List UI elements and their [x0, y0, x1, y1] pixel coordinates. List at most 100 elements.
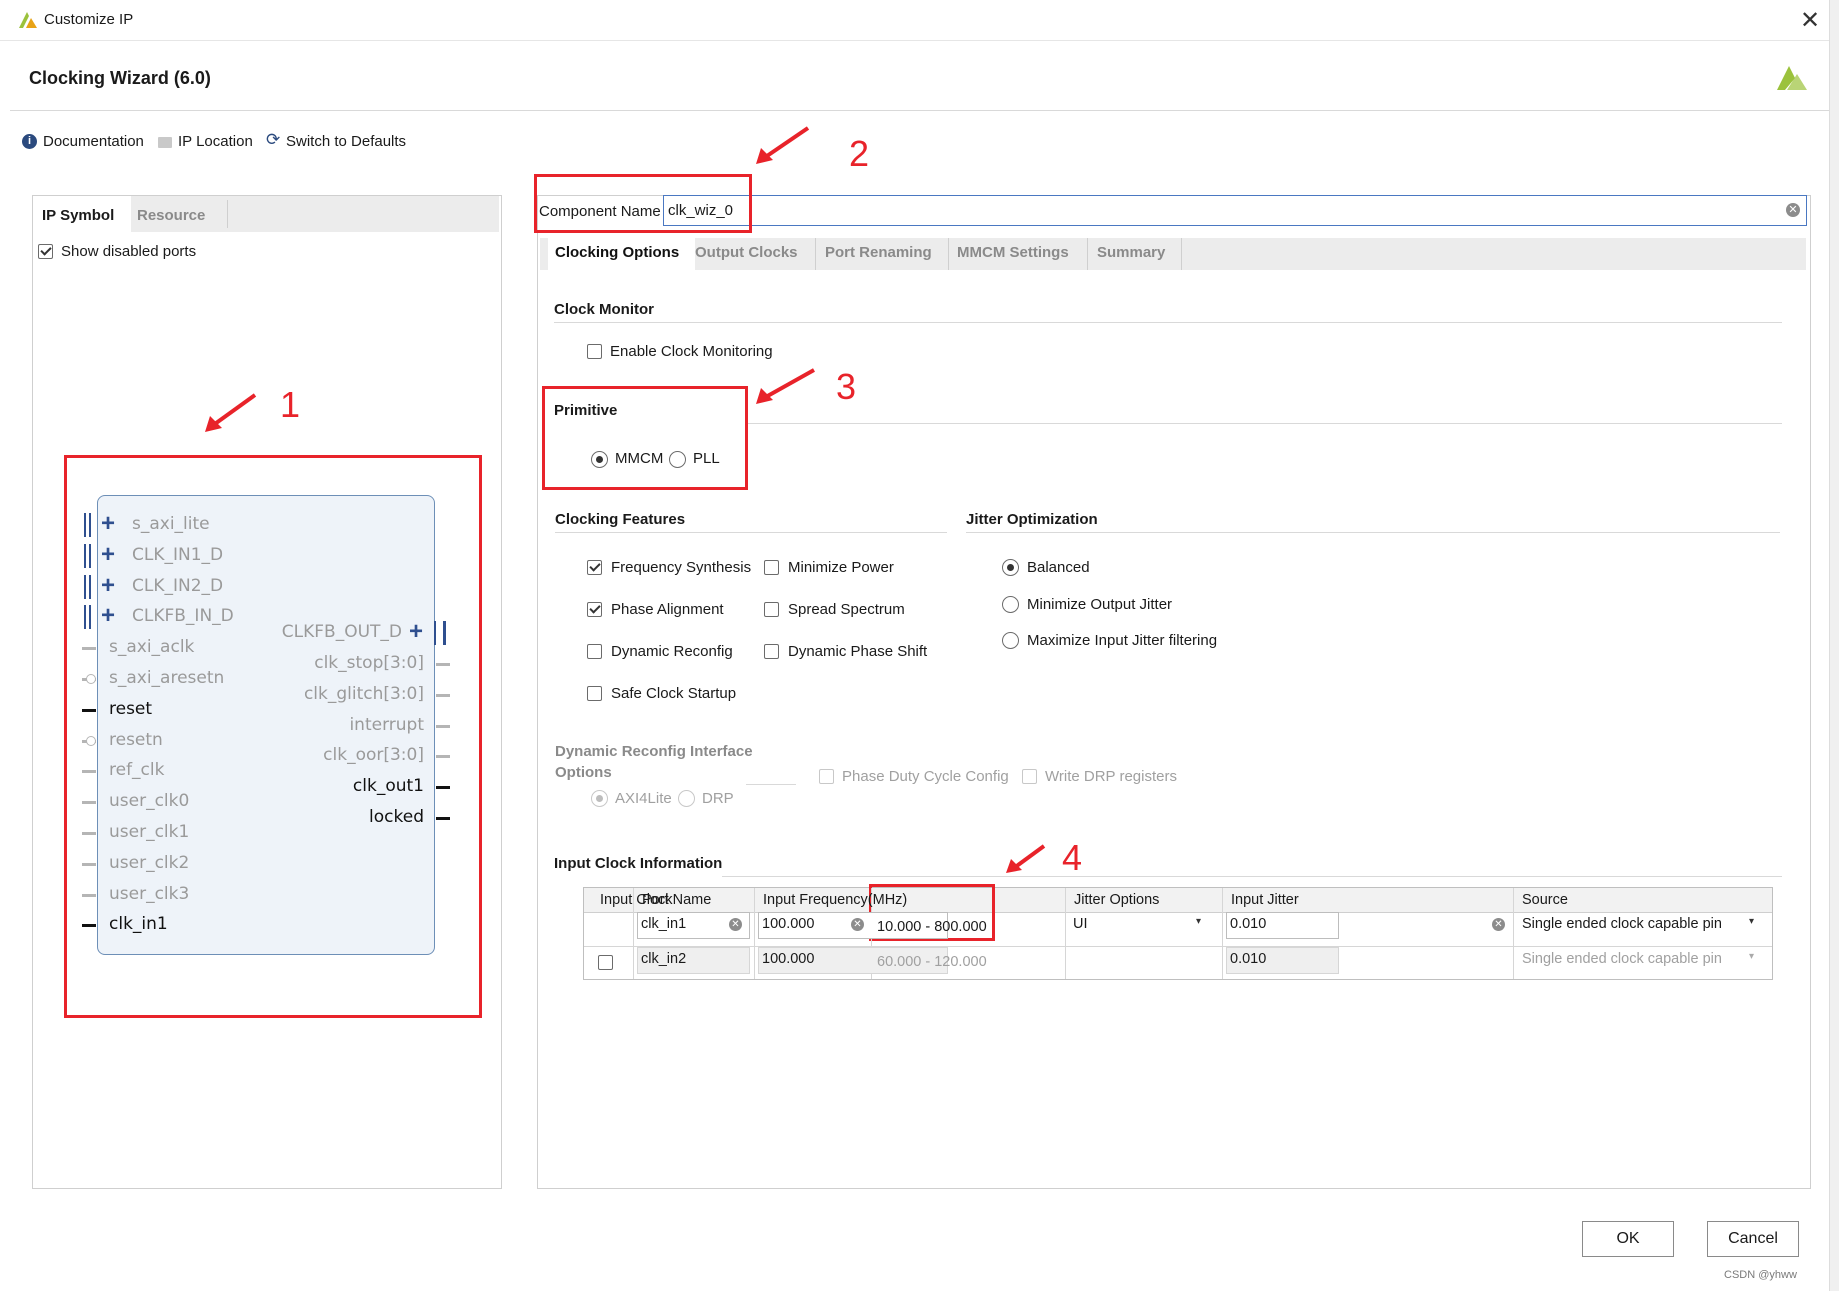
minimize-power-checkbox[interactable]: [764, 560, 779, 575]
right-port-clk-oor-3-0-: clk_oor[3:0]: [323, 745, 424, 766]
left-port-reset: reset: [109, 698, 153, 719]
port-stub: [82, 924, 96, 928]
clear-icon[interactable]: ✕: [729, 918, 742, 931]
port-name-value: clk_in2: [641, 951, 687, 967]
table-header-source: Source: [1522, 892, 1568, 908]
port-stub: [436, 786, 450, 790]
frequency-synthesis-checkbox[interactable]: [587, 560, 602, 575]
balanced-label: Balanced: [1027, 559, 1090, 576]
annotation-arrow-4: [1006, 844, 1046, 873]
expand-plus-icon[interactable]: +: [101, 572, 115, 600]
input-jitter-value: 0.010: [1230, 951, 1267, 967]
enable-clock-monitoring-checkbox[interactable]: [587, 344, 602, 359]
port-stub: [82, 832, 96, 835]
dynamic-phase-shift-label: Dynamic Phase Shift: [788, 643, 928, 660]
source-select[interactable]: Single ended clock capable pin: [1522, 951, 1722, 967]
tab-mmcm-settings[interactable]: MMCM Settings: [950, 238, 1088, 270]
balanced-radio[interactable]: [1002, 559, 1019, 576]
axi4lite-radio[interactable]: [591, 790, 608, 807]
tab-resource[interactable]: Resource: [137, 207, 205, 224]
tab-port-renaming[interactable]: Port Renaming: [818, 238, 949, 270]
input-frequency-value: 100.000: [762, 951, 815, 967]
bus-port-marker: [84, 513, 91, 537]
clock-monitor-divider: [554, 322, 1782, 323]
write-drp-checkbox[interactable]: [1022, 769, 1037, 784]
right-port-clk-out1: clk_out1: [352, 776, 424, 797]
secondary-clock-checkbox[interactable]: [598, 955, 613, 970]
watermark: CSDN @yhww: [1724, 1269, 1797, 1281]
minimize-output-jitter-label: Minimize Output Jitter: [1027, 595, 1173, 613]
tab-ip-symbol-label: IP Symbol: [42, 207, 115, 224]
spread-spectrum-checkbox[interactable]: [764, 602, 779, 617]
header-divider: [10, 110, 1829, 111]
enable-clock-monitoring-label: Enable Clock Monitoring: [610, 343, 773, 360]
show-disabled-ports-label: Show disabled ports: [61, 243, 197, 260]
input-clock-title: Input Clock Information: [554, 855, 723, 872]
frequency-synthesis-label: Frequency Synthesis: [611, 559, 752, 576]
clock-monitor-title: Clock Monitor: [554, 301, 654, 318]
close-icon[interactable]: ✕: [1800, 6, 1820, 35]
left-port-clk-in1: clk_in1: [109, 914, 168, 935]
clear-icon[interactable]: ✕: [851, 918, 864, 931]
component-name-input[interactable]: clk_wiz_0 ✕: [663, 195, 1807, 226]
ip-location-link[interactable]: IP Location: [178, 133, 253, 150]
vivado-logo-icon: [19, 12, 37, 28]
info-icon: i: [22, 134, 37, 149]
minimize-output-jitter-radio[interactable]: [1002, 595, 1019, 613]
right-port-clkfb-out-d: CLKFB_OUT_D: [281, 622, 402, 642]
port-stub: [82, 893, 96, 897]
table-col-divider: [754, 888, 755, 979]
show-disabled-ports-checkbox[interactable]: [38, 244, 53, 259]
chevron-down-icon[interactable]: ▾: [1196, 916, 1201, 927]
port-stub: [82, 801, 96, 805]
documentation-link[interactable]: Documentation: [43, 133, 144, 150]
expand-plus-icon[interactable]: +: [101, 541, 115, 569]
table-col-divider: [1065, 888, 1066, 979]
table-col-divider: [1513, 888, 1514, 979]
expand-plus-icon[interactable]: +: [409, 618, 423, 646]
primitive-divider: [745, 423, 1782, 424]
drp-label: DRP: [702, 790, 734, 807]
clocking-features-title: Clocking Features: [555, 511, 686, 528]
safe-clock-startup-checkbox[interactable]: [587, 686, 602, 701]
right-port-clk-stop-3-0-: clk_stop[3:0]: [314, 653, 424, 673]
spread-spectrum-label: Spread Spectrum: [788, 601, 905, 618]
phase-alignment-checkbox[interactable]: [587, 602, 602, 617]
dynamic-reconfig-title: Dynamic Reconfig Interface: [555, 743, 753, 760]
phase-duty-checkbox[interactable]: [819, 769, 834, 784]
source-select[interactable]: Single ended clock capable pin: [1522, 916, 1722, 932]
cancel-button[interactable]: Cancel: [1707, 1221, 1799, 1257]
drp-radio[interactable]: [678, 790, 695, 807]
dynamic-phase-shift-checkbox[interactable]: [764, 644, 779, 659]
left-port-clkfb-in-d: CLKFB_IN_D: [132, 606, 234, 627]
maximize-input-jitter-filtering-label: Maximize Input Jitter filtering: [1027, 632, 1218, 649]
port-stub: [82, 862, 96, 866]
left-port-ref-clk: ref_clk: [109, 760, 165, 781]
left-port-user-clk3: user_clk3: [109, 883, 190, 904]
dynamic-reconfig-checkbox[interactable]: [587, 644, 602, 659]
bus-port-marker: [84, 605, 91, 630]
left-port-s-axi-aresetn: s_axi_aresetn: [109, 668, 225, 688]
tab-summary[interactable]: Summary: [1090, 238, 1182, 270]
chevron-down-icon[interactable]: ▾: [1749, 951, 1754, 962]
jitter-options-select[interactable]: UI: [1073, 916, 1088, 932]
window-title: Customize IP: [44, 11, 134, 28]
left-port-s-axi-lite: s_axi_lite: [132, 514, 210, 534]
left-port-s-axi-aclk: s_axi_aclk: [109, 637, 195, 658]
expand-plus-icon[interactable]: +: [101, 510, 115, 538]
clear-icon[interactable]: ✕: [1786, 203, 1800, 217]
left-port-user-clk1: user_clk1: [109, 822, 190, 842]
expand-plus-icon[interactable]: +: [101, 602, 115, 630]
clocking-features-divider: [555, 532, 947, 533]
tab-clocking-options[interactable]: Clocking Options: [548, 238, 695, 270]
clear-icon[interactable]: ✕: [1492, 918, 1505, 931]
right-port-interrupt: interrupt: [349, 714, 424, 735]
port-stub: [436, 693, 450, 697]
chevron-down-icon[interactable]: ▾: [1749, 916, 1754, 927]
ok-button[interactable]: OK: [1582, 1221, 1674, 1257]
switch-defaults-link[interactable]: Switch to Defaults: [286, 133, 406, 150]
tab-output-clocks[interactable]: Output Clocks: [688, 238, 816, 270]
maximize-input-jitter-filtering-radio[interactable]: [1002, 632, 1019, 649]
port-stub: [436, 663, 450, 666]
table-header-input-jitter: Input Jitter: [1231, 892, 1299, 908]
